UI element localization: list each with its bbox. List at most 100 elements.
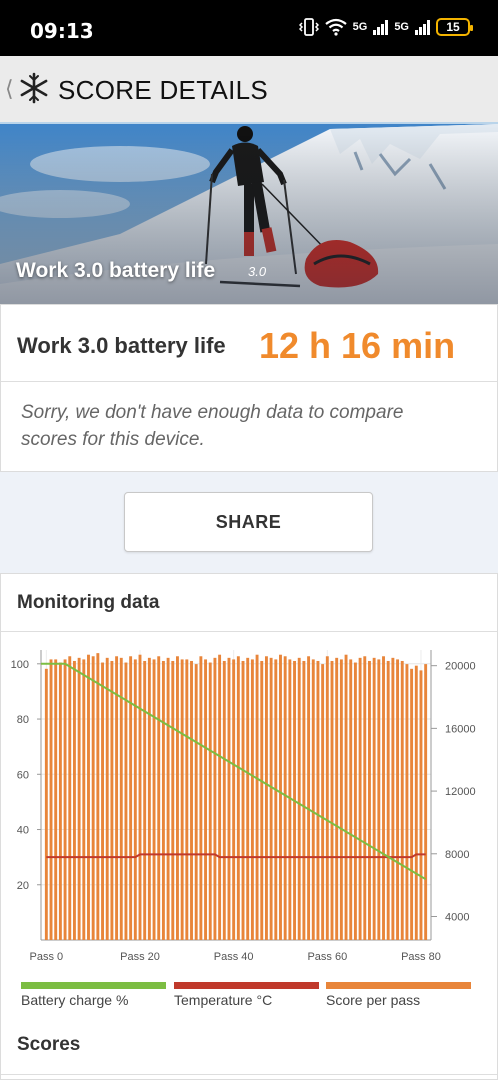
score-bar	[44, 668, 48, 940]
left-tick-label: 60	[17, 769, 29, 781]
score-bar	[96, 653, 100, 940]
score-bar	[180, 659, 184, 940]
left-tick-label: 80	[17, 714, 29, 726]
score-bar	[147, 657, 151, 940]
x-tick-label: Pass 60	[307, 951, 347, 963]
score-bar	[358, 657, 362, 940]
score-bar	[316, 660, 320, 940]
score-bar	[110, 660, 114, 940]
score-bar	[213, 657, 217, 940]
score-bar	[222, 660, 226, 940]
score-bar	[77, 657, 81, 940]
monitoring-chart: 20 40 60 80 100 4000 8000 12000 16000 20000 Pass 0…	[11, 650, 476, 963]
score-bar	[143, 660, 147, 940]
status-bar: 09:13 5G 5G 15	[0, 0, 498, 56]
x-tick-label: Pass 40	[214, 951, 254, 963]
score-bar	[161, 660, 165, 940]
hero-caption: Work 3.0 battery life	[16, 259, 216, 282]
score-bar	[208, 662, 212, 940]
divider	[1, 1074, 497, 1075]
score-bar	[87, 654, 90, 940]
score-bar	[269, 657, 273, 940]
score-bar	[58, 662, 62, 940]
score-bar	[339, 659, 343, 940]
right-tick-label: 16000	[445, 723, 476, 735]
divider	[1, 631, 497, 632]
score-bar	[101, 662, 104, 940]
score-bar	[218, 654, 222, 940]
legend-label: Score per pass	[326, 992, 421, 1008]
score-bar	[68, 656, 72, 940]
result-card: Work 3.0 battery life 12 h 16 min Sorry,…	[0, 304, 498, 472]
score-bar	[54, 659, 58, 940]
score-bar	[250, 659, 254, 940]
app-bar: ⟨ SCORE DETAILS	[0, 56, 498, 124]
comparison-note: Sorry, we don't have enough data to comp…	[21, 402, 404, 450]
score-bar	[185, 659, 189, 940]
score-bar	[368, 660, 371, 940]
score-bar	[199, 656, 203, 940]
score-bar	[302, 660, 306, 940]
score-bar	[325, 656, 329, 940]
score-bar	[363, 656, 367, 940]
score-bar	[405, 664, 409, 940]
score-bar	[396, 659, 400, 940]
x-tick-label: Pass 20	[120, 951, 160, 963]
score-bar	[204, 659, 208, 940]
x-tick-label: Pass 0	[30, 951, 64, 963]
divider	[1, 381, 497, 382]
x-tick-label: Pass 80	[401, 951, 441, 963]
score-bar	[283, 656, 287, 940]
back-chevron-icon[interactable]: ⟨	[5, 76, 14, 102]
left-tick-label: 100	[11, 659, 29, 671]
vibrate-icon	[298, 18, 319, 36]
legend-item-score: Score per pass	[326, 982, 471, 1008]
score-bar	[335, 657, 339, 940]
network-type-2: 5G	[394, 21, 409, 33]
left-tick-label: 20	[17, 880, 29, 892]
score-bar	[166, 657, 170, 940]
legend-label: Battery charge %	[21, 992, 129, 1008]
page-title: SCORE DETAILS	[58, 75, 269, 105]
score-bar	[382, 656, 385, 940]
hero-version: 3.0	[248, 264, 267, 279]
score-bar	[171, 660, 175, 940]
status-icons: 5G 5G 15	[298, 18, 473, 36]
score-bar	[372, 657, 376, 940]
score-bar	[311, 659, 315, 940]
score-bar	[190, 660, 193, 940]
score-bar	[49, 659, 53, 940]
network-type-1: 5G	[352, 21, 368, 33]
score-bar	[129, 656, 133, 940]
score-bar	[82, 659, 86, 940]
hero-banner: Work 3.0 battery life 3.0	[0, 124, 498, 304]
score-bar	[133, 659, 137, 940]
score-bar	[419, 670, 423, 940]
score-bar	[176, 656, 179, 940]
score-bar	[349, 659, 353, 940]
score-bar	[330, 660, 334, 940]
right-tick-label: 8000	[445, 849, 469, 861]
right-tick-label: 20000	[445, 661, 476, 673]
score-bar	[246, 657, 250, 940]
battery-level: 15	[446, 20, 460, 34]
score-bar	[321, 664, 325, 940]
score-bar	[264, 656, 268, 940]
score-bar	[400, 660, 404, 940]
score-bar	[255, 654, 259, 940]
snowflake-logo-icon[interactable]	[18, 72, 50, 104]
score-bar	[236, 656, 240, 940]
score-bar	[227, 657, 231, 940]
share-button[interactable]: SHARE	[124, 492, 373, 552]
score-bar	[377, 659, 381, 940]
score-bar	[274, 659, 278, 940]
score-bar	[297, 657, 301, 940]
score-bar	[241, 660, 245, 940]
score-bar	[279, 654, 282, 940]
score-bar	[391, 657, 395, 940]
score-bar	[194, 664, 198, 940]
score-bar	[115, 656, 119, 940]
score-bar	[124, 662, 128, 940]
score-bar	[105, 657, 109, 940]
score-bar	[152, 659, 156, 940]
